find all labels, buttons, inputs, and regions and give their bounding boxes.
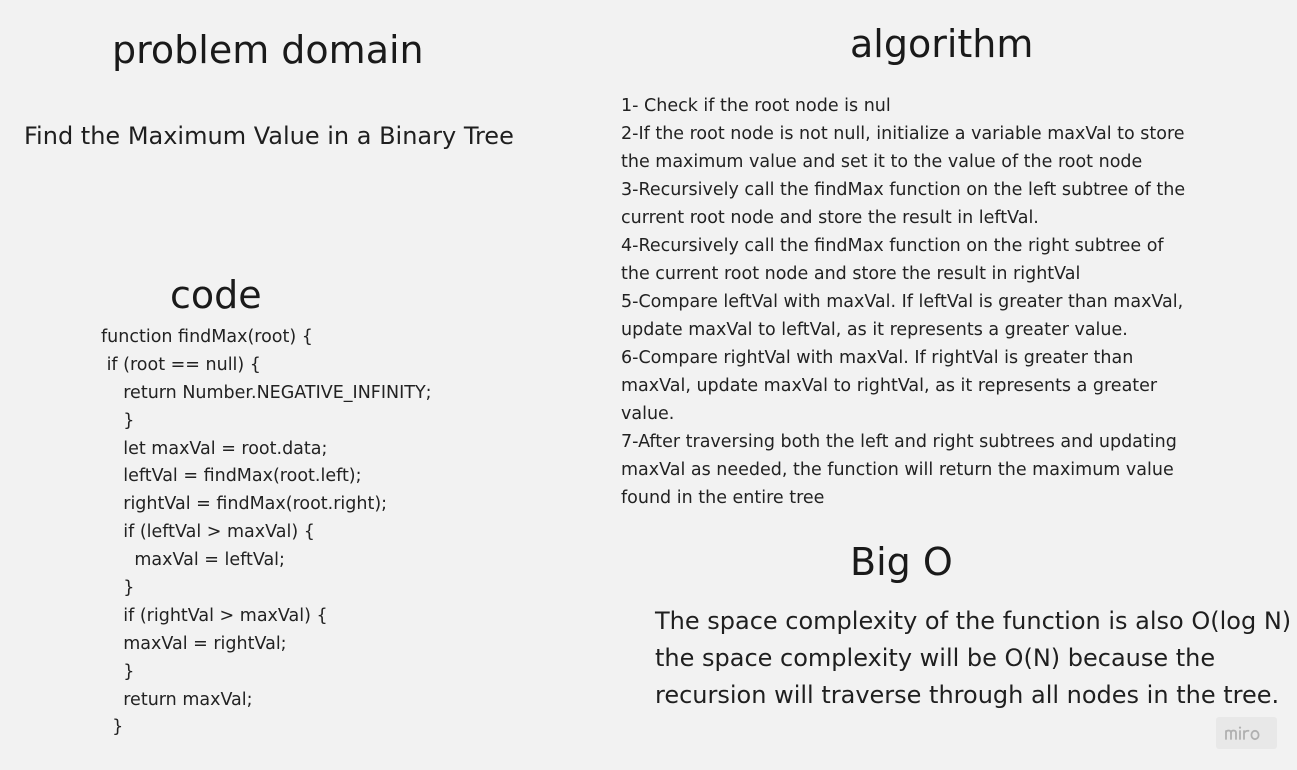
algorithm-line: value. [621,404,675,424]
code-line: } [101,661,135,682]
algorithm-steps: 1- Check if the root node is nul 2-If th… [621,92,1221,512]
code-line: rightVal = findMax(root.right); [101,494,388,515]
algorithm-line: 4-Recursively call the findMax function … [621,236,1164,256]
code-line: leftVal = findMax(root.left); [101,466,362,487]
algorithm-heading: algorithm [850,22,1034,66]
big-o-heading: Big O [850,540,953,584]
algorithm-line: 6-Compare rightVal with maxVal. If right… [621,348,1134,368]
algorithm-line: found in the entire tree [621,488,825,508]
code-line: } [101,578,135,599]
code-line: maxVal = rightVal; [101,633,287,654]
code-line: } [101,410,135,431]
algorithm-line: 3-Recursively call the findMax function … [621,180,1186,200]
code-snippet: function findMax(root) { if (root == nul… [101,324,432,742]
whiteboard-canvas[interactable]: problem domain Find the Maximum Value in… [0,0,1297,770]
code-line: if (root == null) { [101,354,261,375]
algorithm-line: 5-Compare leftVal with maxVal. If leftVa… [621,292,1184,312]
big-o-line: recursion will traverse through all node… [655,681,1280,709]
miro-wordmark [1224,726,1259,741]
problem-domain-heading: problem domain [112,28,424,72]
code-line: function findMax(root) { [101,327,313,347]
algorithm-line: the maximum value and set it to the valu… [621,152,1143,172]
code-line: return maxVal; [101,689,253,710]
big-o-line: The space complexity of the function is … [655,607,1292,635]
code-line: } [101,717,124,738]
algorithm-line: maxVal, update maxVal to rightVal, as it… [621,376,1158,396]
algorithm-line: 1- Check if the root node is nul [621,96,891,116]
code-heading: code [170,273,262,317]
miro-logo-icon[interactable] [1216,717,1277,749]
algorithm-line: current root node and store the result i… [621,208,1039,228]
algorithm-line: 7-After traversing both the left and rig… [621,432,1177,452]
code-line: if (leftVal > maxVal) { [101,522,315,543]
code-line: if (rightVal > maxVal) { [101,605,328,626]
algorithm-line: update maxVal to leftVal, as it represen… [621,320,1128,340]
algorithm-line: 2-If the root node is not null, initiali… [621,124,1185,144]
big-o-description: The space complexity of the function is … [655,603,1291,714]
code-line: return Number.NEGATIVE_INFINITY; [101,382,432,403]
code-line: maxVal = leftVal; [101,550,285,571]
code-line: let maxVal = root.data; [101,438,328,459]
big-o-line: the space complexity will be O(N) becaus… [655,644,1216,672]
problem-statement: Find the Maximum Value in a Binary Tree [24,122,514,150]
algorithm-line: the current root node and store the resu… [621,264,1081,284]
algorithm-line: maxVal as needed, the function will retu… [621,460,1174,480]
